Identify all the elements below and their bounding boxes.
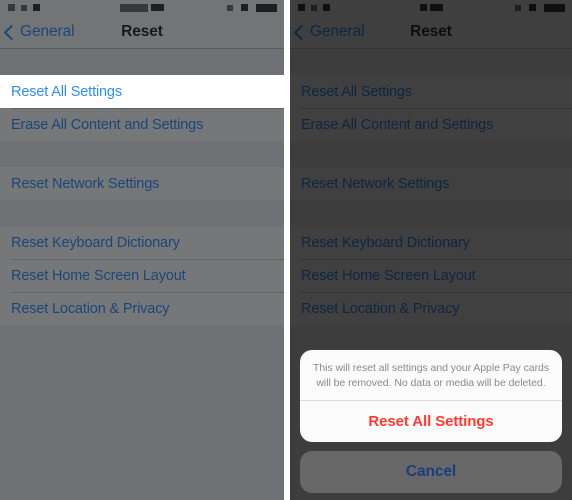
list-group-2: Reset Network Settings (290, 167, 572, 200)
list-group-3: Reset Keyboard Dictionary Reset Home Scr… (0, 226, 284, 325)
row-reset-location-privacy[interactable]: Reset Location & Privacy (0, 292, 284, 325)
row-reset-home-screen-layout[interactable]: Reset Home Screen Layout (0, 259, 284, 292)
list-gap-2 (290, 200, 572, 226)
settings-list-left: Reset All Settings Erase All Content and… (0, 49, 284, 490)
row-label: Reset Keyboard Dictionary (11, 234, 180, 251)
row-label: Reset Network Settings (11, 175, 160, 192)
list-bottom-spacer (0, 325, 284, 490)
row-reset-keyboard-dictionary[interactable]: Reset Keyboard Dictionary (0, 226, 284, 259)
action-sheet: This will reset all settings and your Ap… (300, 350, 562, 493)
page-title: Reset (121, 22, 163, 40)
status-bar-right-group (515, 3, 565, 12)
row-reset-all-settings-highlighted[interactable]: Reset All Settings (0, 75, 284, 108)
list-group-3: Reset Keyboard Dictionary Reset Home Scr… (290, 226, 572, 325)
status-bar-right (290, 0, 572, 15)
row-label: Erase All Content and Settings (301, 116, 494, 133)
row-label: Reset Home Screen Layout (301, 267, 476, 284)
row-reset-network-settings[interactable]: Reset Network Settings (0, 167, 284, 200)
phone-panel-right: General Reset Reset All Settings Erase A… (290, 0, 572, 500)
list-group-2: Reset Network Settings (0, 167, 284, 200)
row-reset-location-privacy[interactable]: Reset Location & Privacy (290, 292, 572, 325)
clock-time-icon-b (151, 4, 164, 11)
row-label: Reset Location & Privacy (11, 300, 170, 317)
list-gap-2 (0, 200, 284, 226)
confirm-reset-all-settings-button[interactable]: Reset All Settings (300, 401, 562, 442)
alarm-icon (227, 4, 233, 11)
battery-icon (544, 3, 565, 12)
row-reset-all-settings[interactable]: Reset All Settings (290, 75, 572, 108)
battery-icon (256, 3, 277, 12)
list-top-spacer (0, 49, 284, 75)
cancel-button-label: Cancel (405, 463, 457, 480)
row-erase-all-content[interactable]: Erase All Content and Settings (0, 108, 284, 141)
bluetooth-icon (241, 4, 248, 11)
settings-screen-left: General Reset Reset All Settings Erase A… (0, 0, 284, 500)
action-sheet-card: This will reset all settings and your Ap… (300, 350, 562, 442)
row-label: Erase All Content and Settings (11, 116, 204, 133)
row-label: Reset All Settings (301, 83, 412, 100)
list-top-spacer (290, 49, 572, 75)
page-title: Reset (410, 22, 452, 40)
list-gap-1 (290, 141, 572, 167)
row-label: Reset Network Settings (301, 175, 450, 192)
bluetooth-icon (529, 4, 536, 11)
row-label: Reset Location & Privacy (301, 300, 460, 317)
row-label: Reset All Settings (11, 83, 122, 100)
phone-panel-left: General Reset Reset All Settings Erase A… (0, 0, 284, 500)
status-bar-right-group (227, 3, 277, 12)
navigation-bar-left: General Reset (0, 15, 284, 49)
row-reset-network-settings[interactable]: Reset Network Settings (290, 167, 572, 200)
list-group-1: Reset All Settings Erase All Content and… (290, 75, 572, 141)
cancel-button[interactable]: Cancel (300, 451, 562, 493)
list-gap-1 (0, 141, 284, 167)
clock-time-icon-b (429, 4, 443, 11)
row-label: Reset Home Screen Layout (11, 267, 186, 284)
row-label: Reset Keyboard Dictionary (301, 234, 470, 251)
alarm-icon (515, 4, 521, 11)
settings-screen-right: General Reset Reset All Settings Erase A… (290, 0, 572, 500)
row-reset-keyboard-dictionary[interactable]: Reset Keyboard Dictionary (290, 226, 572, 259)
row-reset-home-screen-layout[interactable]: Reset Home Screen Layout (290, 259, 572, 292)
navigation-bar-right: General Reset (290, 15, 572, 49)
action-sheet-message: This will reset all settings and your Ap… (312, 362, 550, 389)
clock-time-icon (419, 4, 427, 11)
clock-time-icon (120, 3, 148, 12)
screenshot-stage: General Reset Reset All Settings Erase A… (0, 0, 572, 500)
status-bar-left (0, 0, 284, 15)
row-erase-all-content[interactable]: Erase All Content and Settings (290, 108, 572, 141)
